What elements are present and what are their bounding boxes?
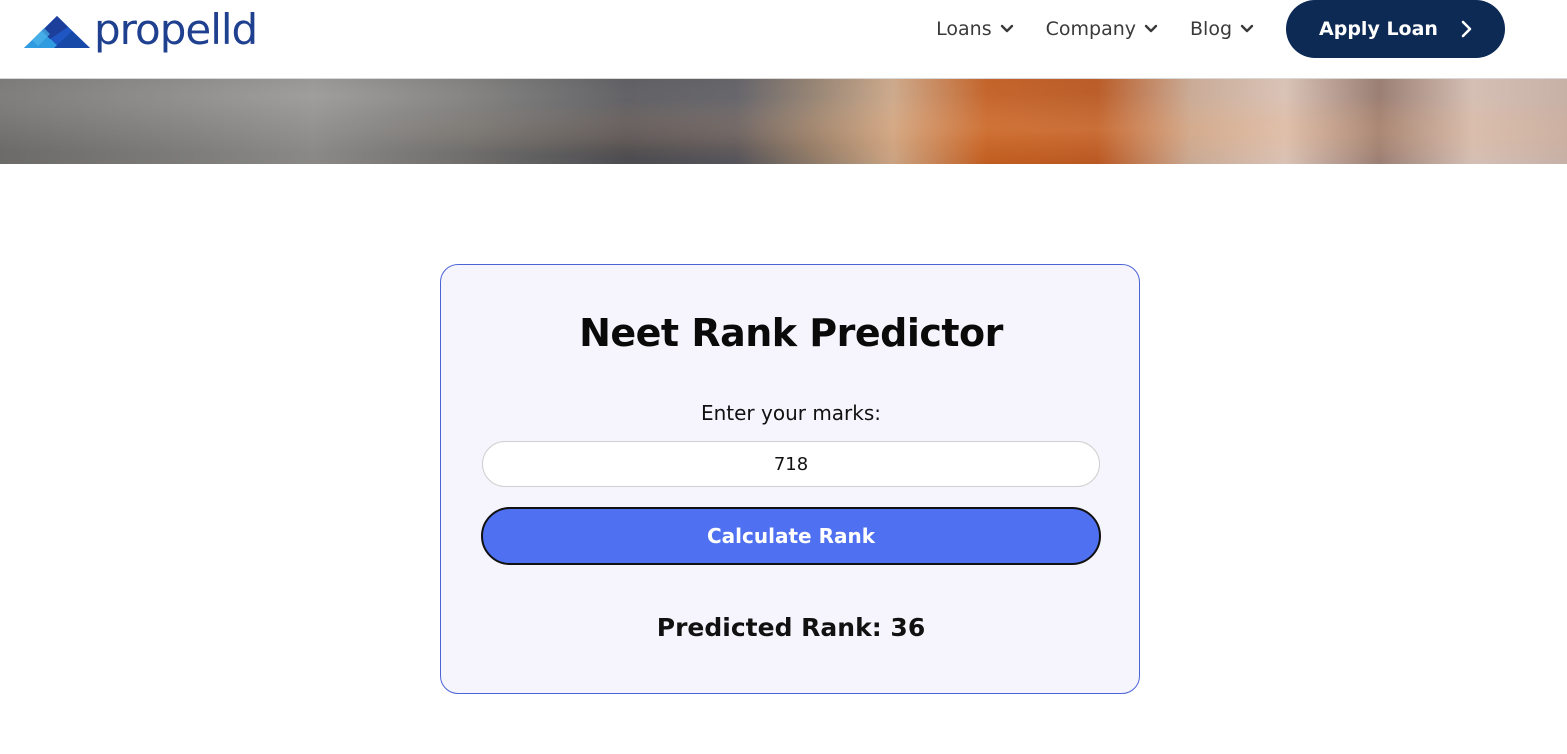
logo-triangle-icon: [24, 16, 90, 48]
nav-item-label: Blog: [1190, 18, 1232, 40]
chevron-down-icon: [1240, 24, 1254, 33]
nav-item-company[interactable]: Company: [1046, 18, 1158, 40]
chevron-down-icon: [1000, 24, 1013, 33]
logo-text: propelld: [94, 5, 258, 54]
nav-item-label: Company: [1045, 18, 1136, 40]
predicted-rank-result: Predicted Rank: 36: [656, 613, 926, 642]
nav-item-label: Loans: [936, 18, 992, 40]
calculate-rank-button[interactable]: Calculate Rank: [481, 507, 1101, 565]
main-nav: Loans Company Blog Apply Loan: [936, 0, 1505, 58]
nav-item-blog[interactable]: Blog: [1190, 18, 1254, 40]
page-title: Neet Rank Predictor: [579, 311, 1003, 355]
propelld-logo[interactable]: propelld: [24, 5, 258, 58]
hero-banner-image: [0, 79, 1567, 164]
chevron-down-icon: [1144, 24, 1158, 33]
apply-loan-button[interactable]: Apply Loan: [1286, 0, 1505, 58]
rank-predictor-card: Neet Rank Predictor Enter your marks: Ca…: [440, 264, 1140, 694]
nav-item-loans[interactable]: Loans: [936, 18, 1013, 40]
marks-input[interactable]: [482, 441, 1100, 487]
chevron-right-icon: [1461, 20, 1472, 38]
apply-loan-label: Apply Loan: [1319, 18, 1438, 40]
marks-label: Enter your marks:: [700, 401, 882, 425]
site-header: propelld Loans Company Blog Apply Loan: [0, 0, 1567, 79]
